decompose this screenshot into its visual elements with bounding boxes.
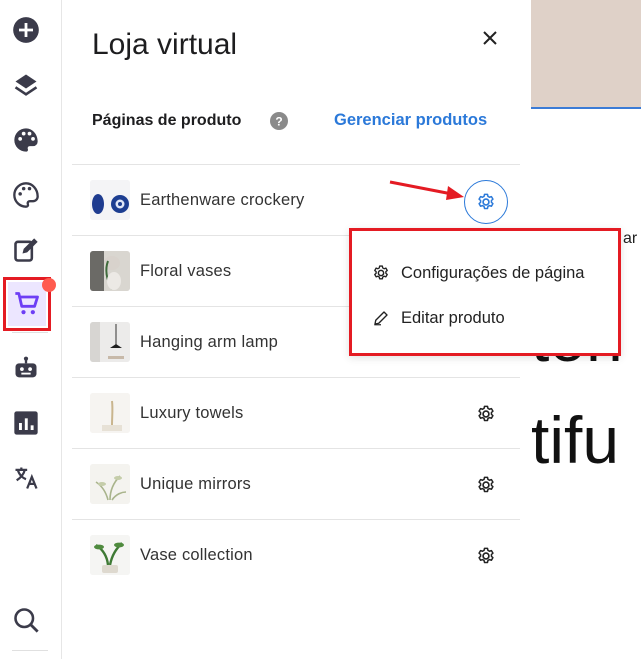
add-icon[interactable] [8,12,44,48]
theme-palette-icon[interactable] [8,177,44,213]
product-thumbnail [90,180,130,220]
gear-icon[interactable] [476,404,496,424]
product-thumbnail [90,322,130,362]
notification-badge [42,278,56,292]
gear-icon [478,193,494,210]
menu-item-edit-product[interactable]: Editar produto [372,306,505,330]
product-thumbnail [90,251,130,291]
help-icon[interactable]: ? [270,112,288,130]
product-name: Vase collection [140,546,253,564]
layers-icon[interactable] [8,67,44,103]
canvas-text-small: ar [623,230,638,247]
product-thumbnail [90,464,130,504]
gear-icon [374,265,388,280]
product-name: Unique mirrors [140,475,251,493]
product-name: Luxury towels [140,404,244,422]
settings-button-active[interactable] [464,180,508,224]
cart-icon [15,292,39,315]
divider [12,650,48,651]
left-toolbar [0,0,62,659]
analytics-icon[interactable] [8,405,44,441]
panel-title: Loja virtual [92,28,238,61]
product-name: Floral vases [140,262,232,280]
menu-item-label: Configurações de página [401,263,585,282]
translate-icon[interactable] [8,460,44,496]
menu-item-page-settings[interactable]: Configurações de página [372,261,584,285]
robot-icon[interactable] [8,350,44,386]
edit-icon[interactable] [8,232,44,268]
context-menu: Configurações de página Editar produto [349,228,621,356]
gear-icon[interactable] [476,546,496,566]
section-label: Páginas de produto [92,112,242,129]
canvas-heading-line-2: tifu [531,403,620,477]
menu-item-label: Editar produto [401,308,505,327]
product-thumbnail [90,535,130,575]
close-icon[interactable] [480,28,500,48]
manage-products-link[interactable]: Gerenciar produtos [334,111,487,130]
list-item[interactable]: Vase collection [72,519,520,590]
pencil-icon [374,311,388,326]
canvas-page [531,108,641,659]
product-name: Hanging arm lamp [140,333,279,351]
product-name: Earthenware crockery [140,191,305,209]
list-item[interactable]: Luxury towels [72,377,520,448]
search-icon[interactable] [8,602,44,638]
canvas-guide-line [531,107,641,109]
svg-text:?: ? [275,115,282,129]
palette-icon[interactable] [8,122,44,158]
gear-icon[interactable] [476,475,496,495]
product-thumbnail [90,393,130,433]
divider [12,332,48,333]
list-item[interactable]: Unique mirrors [72,448,520,519]
annotation-arrow-icon [389,180,464,200]
